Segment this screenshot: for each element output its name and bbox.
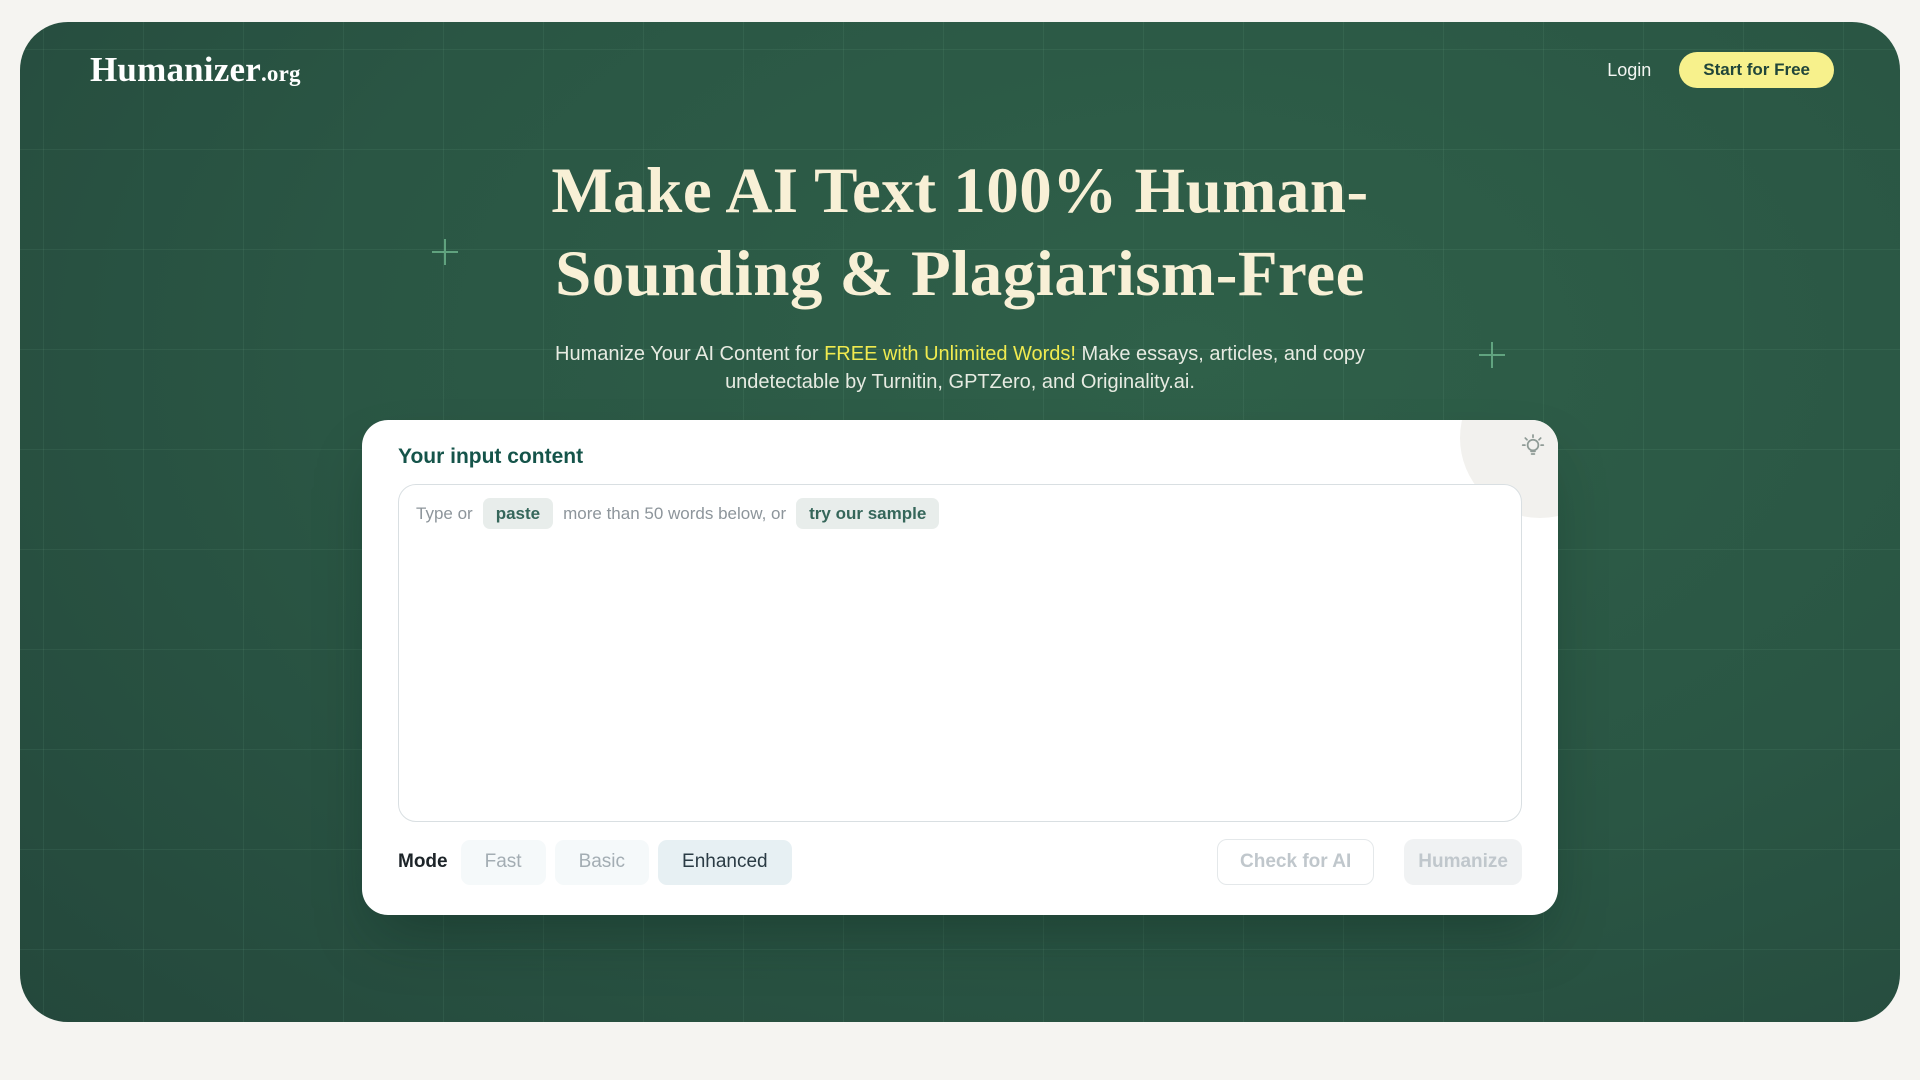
- input-card: Your input content Type or paste more th…: [362, 420, 1558, 915]
- logo-tld: .org: [260, 61, 301, 86]
- card-actions: Check for AI Humanize: [1217, 839, 1522, 885]
- card-bottom-row: Mode Fast Basic Enhanced Check for AI Hu…: [398, 839, 1522, 885]
- hero-subtitle: Humanize Your AI Content for FREE with U…: [545, 340, 1375, 396]
- hero-section: Make AI Text 100% Human- Sounding & Plag…: [20, 150, 1900, 396]
- header-actions: Login Start for Free: [1607, 52, 1834, 88]
- humanize-button[interactable]: Humanize: [1404, 839, 1522, 885]
- header: Humanizer.org Login Start for Free: [20, 22, 1900, 90]
- page: Humanizer.org Login Start for Free Make …: [0, 0, 1920, 1080]
- hero-subtitle-prefix: Humanize Your AI Content for: [555, 343, 825, 365]
- mode-selector: Mode Fast Basic Enhanced: [398, 839, 792, 885]
- hero-panel: Humanizer.org Login Start for Free Make …: [20, 22, 1900, 1022]
- logo[interactable]: Humanizer.org: [90, 50, 301, 90]
- page-title-line2: Sounding & Plagiarism-Free: [555, 238, 1365, 310]
- lightbulb-tips-icon[interactable]: [1519, 432, 1547, 460]
- logo-brand-name: Humanizer: [90, 50, 261, 89]
- check-for-ai-button[interactable]: Check for AI: [1217, 839, 1375, 885]
- start-for-free-button[interactable]: Start for Free: [1679, 52, 1834, 88]
- input-placeholder: Type or paste more than 50 words below, …: [399, 485, 1521, 529]
- placeholder-text-2: more than 50 words below, or: [563, 503, 787, 523]
- page-title: Make AI Text 100% Human- Sounding & Plag…: [20, 150, 1900, 316]
- mode-button-fast[interactable]: Fast: [460, 839, 546, 885]
- paste-chip-button[interactable]: paste: [482, 498, 554, 529]
- input-card-title: Your input content: [398, 445, 584, 468]
- input-textarea[interactable]: Type or paste more than 50 words below, …: [398, 484, 1522, 822]
- mode-label: Mode: [398, 851, 448, 872]
- page-title-line1: Make AI Text 100% Human-: [551, 155, 1369, 227]
- placeholder-text-1: Type or: [416, 503, 473, 523]
- hero-subtitle-highlight: FREE with Unlimited Words!: [824, 343, 1076, 365]
- mode-button-basic[interactable]: Basic: [554, 839, 650, 885]
- mode-button-enhanced[interactable]: Enhanced: [658, 839, 792, 885]
- login-button[interactable]: Login: [1607, 60, 1651, 81]
- try-our-sample-chip-button[interactable]: try our sample: [796, 498, 940, 529]
